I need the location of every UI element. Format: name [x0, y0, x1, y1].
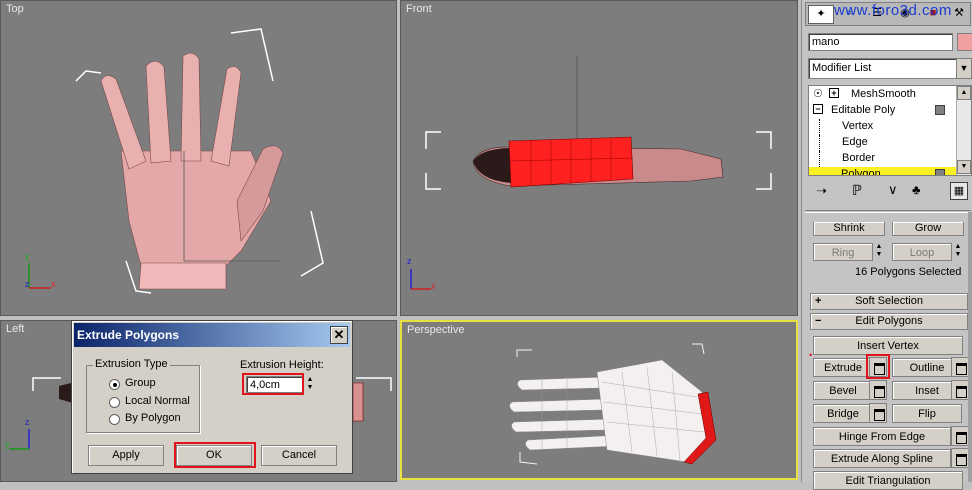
gray-square-icon: [935, 169, 945, 175]
hand-front-view: [410, 56, 772, 290]
radio-group[interactable]: [109, 379, 120, 390]
collapse-minus-icon[interactable]: −: [813, 104, 823, 114]
hand-top-view: [28, 28, 324, 294]
selection-status: 16 Polygons Selected: [855, 266, 962, 278]
edit-triangulation-button[interactable]: Edit Triangulation: [813, 471, 963, 490]
show-end-result-icon[interactable]: ℙ: [852, 182, 862, 199]
gray-square-icon: [935, 105, 945, 115]
command-panel-tabs: ✦ ≈ ☰ ◉ ■ ⚒ www.foro3d.com: [805, 2, 971, 26]
soft-selection-label: Soft Selection: [855, 295, 923, 307]
scroll-down-icon[interactable]: ▼: [957, 160, 971, 174]
remove-modifier-icon[interactable]: ♣: [912, 182, 921, 197]
radio-local-normal[interactable]: [109, 397, 120, 408]
lightbulb-icon[interactable]: ☉: [813, 87, 823, 100]
insert-vertex-button[interactable]: Insert Vertex: [813, 336, 963, 355]
stack-label-editable-poly: Editable Poly: [831, 104, 896, 116]
bevel-button[interactable]: Bevel: [813, 381, 873, 400]
scroll-up-icon[interactable]: ▲: [957, 86, 971, 100]
stack-item-border[interactable]: Border: [819, 151, 957, 167]
axis-z-label: z: [25, 279, 30, 289]
stack-item-vertex[interactable]: Vertex: [819, 119, 957, 135]
stack-label-vertex: Vertex: [842, 120, 874, 132]
option-group-label[interactable]: Group: [125, 377, 156, 389]
loop-spinner[interactable]: ▲ ▼: [953, 243, 963, 261]
hand-perspective-wireframe: [509, 343, 717, 465]
extrude-polygons-dialog: Extrude Polygons ✕ Extrusion Type Group …: [71, 320, 353, 474]
panel-divider: [805, 210, 971, 213]
edit-polygons-rollout[interactable]: − Edit Polygons: [810, 313, 968, 330]
bevel-settings-button[interactable]: [869, 380, 887, 400]
front-axis-z: z: [407, 256, 412, 266]
extrude-button[interactable]: Extrude: [813, 358, 873, 377]
stack-label-edge: Edge: [842, 136, 868, 148]
extrusion-type-label: Extrusion Type: [93, 358, 170, 370]
flip-button[interactable]: Flip: [892, 404, 962, 423]
viewport-front[interactable]: Front z x: [400, 0, 798, 316]
modifier-list-dropdown[interactable]: Modifier List ▼: [808, 58, 972, 79]
collapse-minus-icon: −: [815, 315, 822, 327]
object-color-swatch[interactable]: [957, 33, 972, 51]
stack-item-editable-poly[interactable]: − Editable Poly: [809, 103, 957, 119]
stack-label-polygon: Polygon: [841, 168, 881, 176]
extrude-spline-settings-button[interactable]: [951, 448, 969, 468]
chevron-down-icon[interactable]: ▼: [956, 59, 971, 78]
ok-button-highlight: [174, 442, 256, 468]
panel-scrollbar[interactable]: [968, 212, 972, 482]
loop-button[interactable]: Loop: [892, 243, 952, 261]
option-local-normal-label[interactable]: Local Normal: [125, 395, 190, 407]
dialog-title: Extrude Polygons: [77, 328, 180, 342]
stack-item-edge[interactable]: Edge: [819, 135, 957, 151]
apply-button[interactable]: Apply: [88, 445, 164, 466]
make-unique-icon[interactable]: ∨: [888, 182, 898, 198]
left-axis-y: y: [5, 439, 10, 449]
viewport-top[interactable]: Top y x z: [0, 0, 397, 316]
ring-button[interactable]: Ring: [813, 243, 873, 261]
stack-toolbar: ➝ ℙ ∨ ♣ ▦: [808, 180, 972, 204]
command-panel: ✦ ≈ ☰ ◉ ■ ⚒ www.foro3d.com mano Modifier…: [801, 0, 972, 490]
scroll-track[interactable]: [957, 100, 971, 160]
extrude-settings-highlight: [866, 354, 890, 379]
modifier-list-label: Modifier List: [812, 62, 872, 74]
hinge-from-edge-button[interactable]: Hinge From Edge: [813, 427, 951, 446]
height-spinner[interactable]: ▲ ▼: [305, 376, 315, 393]
extrude-along-spline-button[interactable]: Extrude Along Spline: [813, 449, 951, 468]
stack-label-meshsmooth: MeshSmooth: [851, 88, 916, 100]
stack-item-polygon[interactable]: Polygon: [809, 167, 957, 176]
hinge-settings-button[interactable]: [951, 426, 969, 446]
cancel-button[interactable]: Cancel: [261, 445, 337, 466]
stack-label-border: Border: [842, 152, 876, 164]
edit-polygons-label: Edit Polygons: [855, 315, 923, 327]
stack-scrollbar[interactable]: ▲ ▼: [956, 86, 971, 175]
option-by-polygon-label[interactable]: By Polygon: [125, 412, 181, 424]
stack-item-meshsmooth[interactable]: ☉ + MeshSmooth: [809, 87, 957, 103]
ring-spinner[interactable]: ▲ ▼: [874, 243, 884, 261]
axis-x-label: x: [51, 279, 56, 289]
axis-y-label: y: [25, 251, 30, 261]
grow-button[interactable]: Grow: [892, 222, 964, 236]
left-axis-z: z: [25, 417, 30, 427]
configure-sets-icon[interactable]: ▦: [950, 182, 968, 200]
modifier-stack: ☉ + MeshSmooth − Editable Poly Vertex Ed…: [808, 85, 972, 176]
create-tab-icon[interactable]: ✦: [808, 5, 834, 24]
expand-plus-icon[interactable]: +: [829, 88, 839, 98]
viewport-perspective[interactable]: Perspective: [400, 320, 798, 480]
shrink-button[interactable]: Shrink: [813, 222, 885, 236]
extrusion-height-label: Extrusion Height:: [240, 359, 324, 371]
bridge-settings-button[interactable]: [869, 403, 887, 423]
dialog-titlebar[interactable]: Extrude Polygons ✕: [74, 323, 350, 347]
outline-settings-button[interactable]: [951, 357, 969, 377]
soft-selection-rollout[interactable]: + Soft Selection: [810, 293, 968, 310]
bridge-button[interactable]: Bridge: [813, 404, 873, 423]
front-axis-x: x: [431, 281, 436, 291]
watermark-text: www.foro3d.com: [834, 2, 952, 19]
close-icon[interactable]: ✕: [330, 326, 348, 344]
extrusion-height-highlight: [242, 373, 304, 395]
inset-settings-button[interactable]: [951, 380, 969, 400]
expand-plus-icon: +: [815, 295, 822, 307]
pin-stack-icon[interactable]: ➝: [816, 183, 827, 199]
radio-by-polygon[interactable]: [109, 414, 120, 425]
object-name-field[interactable]: mano: [808, 33, 953, 51]
marker-dot-icon: •: [809, 350, 813, 360]
